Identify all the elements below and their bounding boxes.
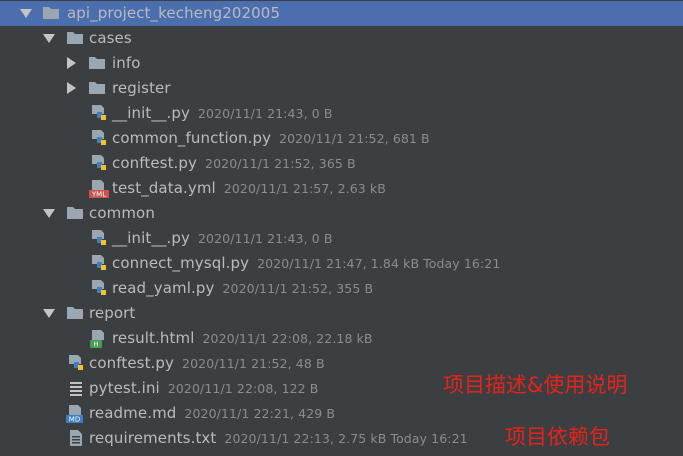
file-name: requirements.txt: [89, 429, 217, 447]
tree-row-test-data[interactable]: YML test_data.yml 2020/11/1 21:57, 2.63 k…: [0, 176, 683, 201]
file-meta: 2020/11/1 21:57, 2.63 kB: [223, 181, 386, 196]
tree-row-report[interactable]: report: [0, 301, 683, 326]
python-file-icon: [90, 254, 108, 272]
file-name: connect_mysql.py: [112, 254, 250, 272]
expand-arrow-icon[interactable]: [43, 34, 55, 43]
file-meta: 2020/11/1 21:43, 0 B: [198, 231, 333, 246]
folder-icon: [66, 305, 84, 323]
expand-arrow-icon[interactable]: [43, 309, 55, 318]
tree-item-label: api_project_kecheng202005: [67, 4, 281, 22]
collapse-arrow-icon[interactable]: [67, 57, 76, 69]
tree-item-text: common_function.py 2020/11/1 21:52, 681 B: [112, 129, 430, 147]
file-meta: 2020/11/1 21:52, 355 B: [222, 281, 374, 296]
tree-row-result-html[interactable]: H result.html 2020/11/1 22:08, 22.18 kB: [0, 326, 683, 351]
collapse-arrow-icon[interactable]: [67, 82, 76, 94]
python-file-icon: [90, 104, 108, 122]
tree-row-connect-mysql[interactable]: connect_mysql.py 2020/11/1 21:47, 1.84 kB…: [0, 251, 683, 276]
svg-text:H: H: [93, 341, 98, 349]
yaml-file-icon: YML: [89, 179, 109, 199]
file-modified-note: Today 16:21: [390, 431, 468, 446]
python-file-icon: [67, 354, 85, 372]
file-meta: 2020/11/1 22:08, 122 B: [167, 381, 319, 396]
python-file-icon: [90, 229, 108, 247]
tree-item-text: connect_mysql.py 2020/11/1 21:47, 1.84 kB…: [112, 254, 500, 272]
file-meta: 2020/11/1 22:21, 429 B: [184, 406, 336, 421]
folder-icon: [66, 30, 84, 48]
file-name: read_yaml.py: [112, 279, 215, 297]
tree-item-text: read_yaml.py 2020/11/1 21:52, 355 B: [112, 279, 373, 297]
expand-arrow-icon[interactable]: [20, 9, 32, 18]
tree-item-label: info: [112, 54, 141, 72]
python-file-icon: [90, 279, 108, 297]
tree-row-common[interactable]: common: [0, 201, 683, 226]
file-modified-note: Today 16:21: [423, 256, 501, 271]
file-name: pytest.ini: [89, 379, 160, 397]
tree-item-text: result.html 2020/11/1 22:08, 22.18 kB: [112, 329, 373, 347]
file-meta: 2020/11/1 21:43, 0 B: [198, 106, 333, 121]
file-meta: 2020/11/1 22:13, 2.75 kB: [224, 431, 387, 446]
tree-row-read-yaml[interactable]: read_yaml.py 2020/11/1 21:52, 355 B: [0, 276, 683, 301]
tree-item-label: report: [89, 304, 136, 322]
project-tree: api_project_kecheng202005 cases info reg…: [0, 0, 683, 456]
html-file-icon: H: [89, 329, 107, 349]
tree-item-text: test_data.yml 2020/11/1 21:57, 2.63 kB: [112, 179, 386, 197]
file-name: __init__.py: [112, 229, 190, 247]
folder-icon: [42, 5, 60, 23]
python-file-icon: [90, 154, 108, 172]
text-file-icon: [67, 429, 85, 447]
tree-row-info[interactable]: info: [0, 51, 683, 76]
tree-item-text: __init__.py 2020/11/1 21:43, 0 B: [112, 104, 333, 122]
expand-arrow-icon[interactable]: [43, 209, 55, 218]
file-name: result.html: [112, 329, 195, 347]
file-name: test_data.yml: [112, 179, 216, 197]
ini-file-icon: [68, 380, 86, 398]
tree-item-label: register: [112, 79, 171, 97]
file-meta: 2020/11/1 22:08, 22.18 kB: [202, 331, 373, 346]
folder-icon: [88, 80, 106, 98]
tree-item-text: conftest.py 2020/11/1 21:52, 48 B: [89, 354, 325, 372]
file-meta: 2020/11/1 21:52, 681 B: [279, 131, 430, 146]
file-name: conftest.py: [112, 154, 198, 172]
tree-row-cases[interactable]: cases: [0, 26, 683, 51]
file-meta: 2020/11/1 21:47, 1.84 kB: [257, 256, 420, 271]
svg-text:MD: MD: [69, 416, 80, 424]
tree-item-text: readme.md 2020/11/1 22:21, 429 B: [89, 404, 335, 422]
tree-row-cases-conftest[interactable]: conftest.py 2020/11/1 21:52, 365 B: [0, 151, 683, 176]
python-file-icon: [90, 129, 108, 147]
markdown-file-icon: MD: [66, 404, 84, 424]
svg-text:YML: YML: [91, 191, 106, 199]
file-name: conftest.py: [89, 354, 175, 372]
tree-row-root[interactable]: api_project_kecheng202005: [0, 1, 683, 26]
tree-item-text: __init__.py 2020/11/1 21:43, 0 B: [112, 229, 333, 247]
tree-item-text: conftest.py 2020/11/1 21:52, 365 B: [112, 154, 356, 172]
tree-row-cases-init[interactable]: __init__.py 2020/11/1 21:43, 0 B: [0, 101, 683, 126]
folder-icon: [88, 55, 106, 73]
tree-item-label: common: [89, 204, 155, 222]
file-name: __init__.py: [112, 104, 190, 122]
tree-row-common-init[interactable]: __init__.py 2020/11/1 21:43, 0 B: [0, 226, 683, 251]
tree-item-text: requirements.txt 2020/11/1 22:13, 2.75 kB…: [89, 429, 468, 447]
file-name: common_function.py: [112, 129, 272, 147]
readme-annotation: 项目描述&使用说明: [443, 373, 628, 397]
file-meta: 2020/11/1 21:52, 365 B: [205, 156, 356, 171]
file-name: readme.md: [89, 404, 177, 422]
tree-row-register[interactable]: register: [0, 76, 683, 101]
tree-row-common-function[interactable]: common_function.py 2020/11/1 21:52, 681 B: [0, 126, 683, 151]
tree-item-label: cases: [89, 29, 132, 47]
requirements-annotation: 项目依赖包: [505, 425, 610, 449]
file-meta: 2020/11/1 21:52, 48 B: [182, 356, 325, 371]
folder-icon: [66, 205, 84, 223]
tree-item-text: pytest.ini 2020/11/1 22:08, 122 B: [89, 379, 318, 397]
